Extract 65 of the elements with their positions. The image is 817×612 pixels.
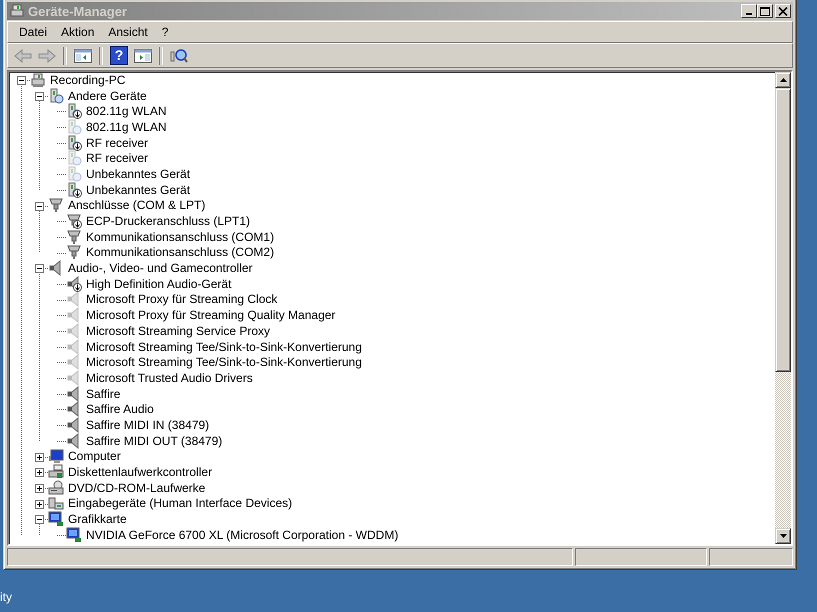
up-arrow-icon	[780, 78, 786, 82]
expand-button[interactable]	[35, 500, 44, 509]
tree-item[interactable]: Microsoft Proxy für Streaming Quality Manager	[84, 308, 338, 322]
menu-item[interactable]: Datei	[12, 25, 54, 39]
collapse-button[interactable]	[35, 92, 44, 101]
tree-item[interactable]: Saffire MIDI OUT (38479)	[84, 434, 224, 448]
tree-item[interactable]: 802.11g WLAN	[84, 120, 168, 134]
minimize-button[interactable]	[741, 4, 757, 18]
scrollbar-thumb[interactable]	[775, 88, 791, 372]
collapse-button[interactable]	[17, 76, 26, 85]
minimize-icon	[746, 13, 752, 15]
tree-item[interactable]: Unbekanntes Gerät	[84, 182, 192, 197]
expand-button[interactable]	[35, 468, 44, 478]
computer-icon	[9, 3, 25, 19]
collapse-button[interactable]	[35, 202, 44, 210]
menu-item[interactable]: Aktion	[54, 25, 102, 39]
down-arrow-icon	[780, 534, 786, 538]
tree-item[interactable]: Eingabegeräte (Human Interface Devices)	[66, 496, 294, 510]
tree-item[interactable]: Saffire MIDI IN (38479)	[84, 418, 212, 432]
port-icon	[48, 197, 64, 214]
tree-item[interactable]: Microsoft Streaming Tee/Sink-to-Sink-Konvertierung	[84, 355, 364, 370]
tree-item[interactable]: Microsoft Streaming Service Proxy	[84, 324, 272, 338]
display-card-icon	[48, 511, 64, 528]
tree-item[interactable]: RF receiver	[84, 151, 150, 166]
tree-item[interactable]: Kommunikationsanschluss (COM1)	[84, 230, 276, 244]
close-icon	[778, 6, 788, 16]
window-title: Geräte-Manager	[28, 4, 128, 18]
tree-item[interactable]: Computer	[66, 449, 123, 464]
tree-item[interactable]: DVD/CD-ROM-Laufwerke	[66, 480, 208, 495]
scroll-down-button[interactable]	[775, 528, 791, 544]
tree-item[interactable]: ECP-Druckeranschluss (LPT1)	[84, 214, 252, 228]
device-icon	[48, 88, 64, 104]
maximize-button[interactable]	[757, 4, 773, 18]
tree-item[interactable]: Anschlüsse (COM & LPT)	[66, 198, 208, 212]
tree-item[interactable]: NVIDIA GeForce 6700 XL (Microsoft Corporation - WDDM)	[84, 528, 400, 542]
drive-icon	[48, 464, 64, 480]
tree-item[interactable]: 802.11g WLAN	[84, 104, 168, 118]
collapse-button[interactable]	[35, 515, 44, 524]
tree-item[interactable]: Microsoft Trusted Audio Drivers	[84, 370, 255, 385]
expand-button[interactable]	[35, 484, 44, 493]
tree-item[interactable]: Saffire Audio	[84, 402, 156, 416]
help-button[interactable]: ?	[108, 44, 130, 66]
tree-item[interactable]: High Definition Audio-Gerät	[84, 276, 234, 291]
tree-item[interactable]: Audio-, Video- und Gamecontroller	[66, 261, 255, 276]
tree-item[interactable]: Recording-PC	[48, 72, 128, 87]
tree-item[interactable]: Grafikkarte	[66, 512, 129, 526]
tree-item[interactable]: Kommunikationsanschluss (COM2)	[84, 245, 276, 260]
scroll-up-button[interactable]	[775, 72, 791, 88]
monitor-icon	[48, 448, 64, 464]
expand-button[interactable]	[35, 452, 44, 462]
maximize-icon	[760, 6, 770, 16]
tree-item[interactable]: RF receiver	[84, 136, 150, 150]
desktop-icon-label[interactable]: ity	[0, 590, 12, 604]
tree-item[interactable]: Saffire	[84, 386, 122, 401]
menu-item[interactable]: ?	[154, 25, 176, 39]
close-button[interactable]	[775, 4, 791, 18]
tree-item[interactable]: Diskettenlaufwerkcontroller	[66, 465, 214, 480]
tree-item[interactable]: Microsoft Streaming Tee/Sink-to-Sink-Konvertierung	[84, 340, 364, 354]
tree-item[interactable]: Unbekanntes Gerät	[84, 166, 192, 181]
disc-drive-icon	[48, 480, 64, 496]
tree-item[interactable]: Andere Geräte	[66, 88, 149, 103]
collapse-button[interactable]	[35, 264, 44, 274]
scrollbar-track[interactable]	[775, 72, 791, 544]
tree-item[interactable]: Microsoft Proxy für Streaming Clock	[84, 292, 280, 306]
menu-item[interactable]: Ansicht	[101, 25, 155, 39]
